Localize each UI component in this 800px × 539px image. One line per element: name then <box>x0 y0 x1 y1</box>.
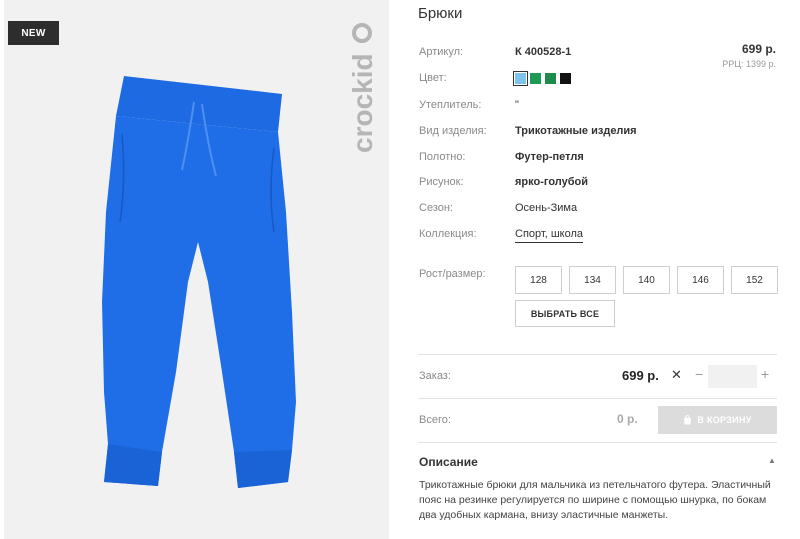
product-type-label: Вид изделия: <box>419 125 487 137</box>
divider <box>418 442 777 443</box>
divider <box>418 398 777 399</box>
article-label: Артикул: <box>419 46 464 58</box>
size-label: Рост/размер: <box>419 268 486 280</box>
add-to-cart-label: В КОРЗИНУ <box>697 415 752 425</box>
size-button-152[interactable]: 152 <box>731 266 778 294</box>
order-label: Заказ: <box>419 370 451 382</box>
season-value: Осень-Зима <box>515 202 578 214</box>
product-type-value: Трикотажные изделия <box>515 125 637 137</box>
color-swatch-black[interactable] <box>560 73 571 84</box>
svg-text:crockid: crockid <box>347 53 378 153</box>
bag-icon <box>684 415 692 425</box>
color-swatch-green[interactable] <box>530 73 541 84</box>
insulation-label: Утеплитель: <box>419 99 482 111</box>
description-text: Трикотажные брюки для мальчика из петель… <box>419 479 771 521</box>
collection-link-text[interactable]: Спорт, школа <box>515 228 583 243</box>
pattern-label: Рисунок: <box>419 176 464 188</box>
new-badge: NEW <box>8 21 59 45</box>
multiply-icon: ✕ <box>671 367 682 382</box>
pattern-value: ярко-голубой <box>515 176 588 188</box>
size-button-134[interactable]: 134 <box>569 266 616 294</box>
increment-button[interactable]: + <box>761 366 769 382</box>
collection-label: Коллекция: <box>419 228 477 240</box>
color-swatch-light-blue[interactable] <box>513 71 528 86</box>
fabric-label: Полотно: <box>419 151 466 163</box>
divider <box>418 354 777 355</box>
description-title[interactable]: Описание <box>419 455 478 469</box>
size-button-146[interactable]: 146 <box>677 266 724 294</box>
price: 699 р. <box>741 42 776 56</box>
insulation-value: " <box>515 99 519 111</box>
select-all-button[interactable]: ВЫБРАТЬ ВСЕ <box>515 300 615 327</box>
color-swatches <box>513 71 571 86</box>
fabric-value: Футер-петля <box>515 151 584 163</box>
product-image[interactable]: NEW crockid <box>4 0 389 539</box>
rrc-price: РРЦ: 1399 р. <box>722 59 776 69</box>
total-label: Всего: <box>419 414 451 426</box>
brand-logo: crockid <box>347 23 378 153</box>
size-button-140[interactable]: 140 <box>623 266 670 294</box>
article-value: К 400528-1 <box>515 46 572 58</box>
product-title: Брюки <box>418 5 463 22</box>
collection-link[interactable]: Спорт, школа <box>515 228 583 243</box>
decrement-button[interactable]: − <box>695 366 703 382</box>
chevron-up-icon[interactable]: ▲ <box>768 456 776 465</box>
season-label: Сезон: <box>419 202 453 214</box>
color-swatch-green-dark[interactable] <box>545 73 556 84</box>
total-value: 0 р. <box>617 412 638 426</box>
add-to-cart-button[interactable]: В КОРЗИНУ <box>658 406 777 434</box>
color-label: Цвет: <box>419 72 447 84</box>
pants-illustration <box>102 76 296 488</box>
quantity-input[interactable] <box>708 365 757 388</box>
size-options: 128 134 140 146 152 <box>515 266 778 294</box>
order-price: 699 р. <box>622 368 659 383</box>
size-button-128[interactable]: 128 <box>515 266 562 294</box>
